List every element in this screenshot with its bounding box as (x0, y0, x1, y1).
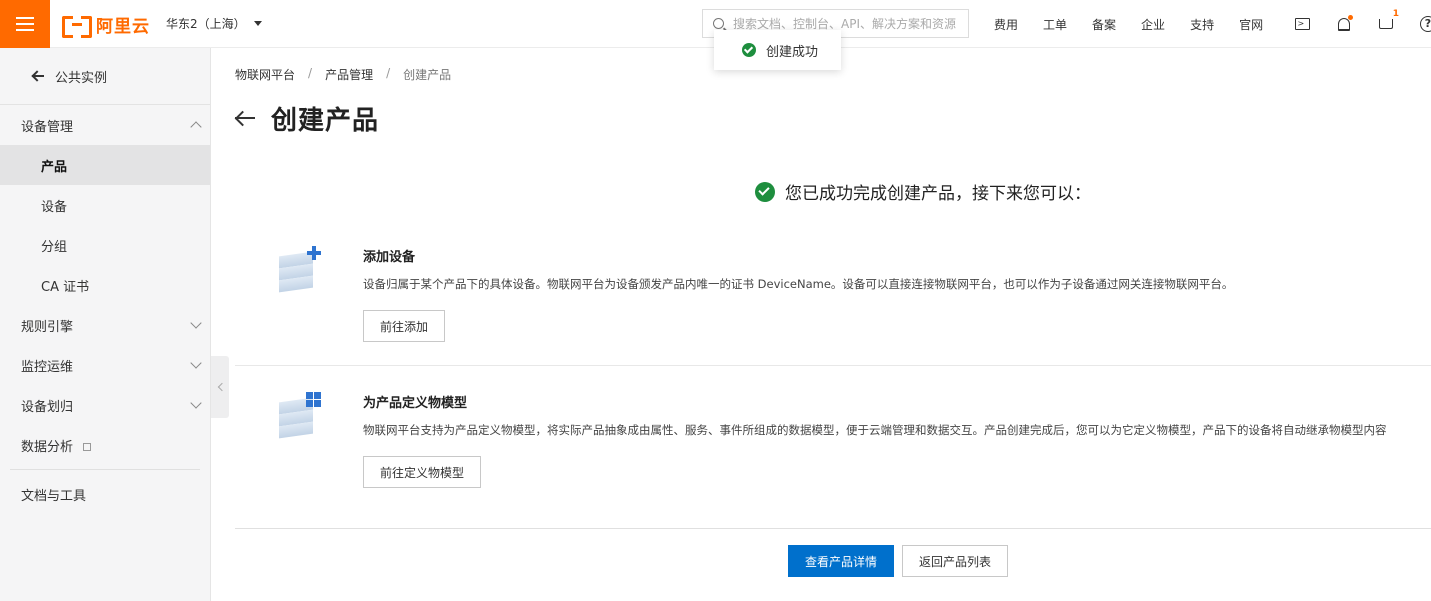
nav-fees[interactable]: 费用 (994, 16, 1018, 33)
top-nav: 费用 工单 备案 企业 支持 官网 (994, 0, 1288, 48)
logo-mark-icon (62, 14, 92, 38)
menu-button[interactable] (0, 0, 50, 48)
go-add-device-button[interactable]: 前往添加 (363, 310, 445, 342)
help-button[interactable]: ? (1419, 15, 1431, 33)
back-label: 公共实例 (55, 70, 108, 86)
back-to-instances[interactable]: 公共实例 (0, 48, 210, 105)
sidebar-group-rules-engine[interactable]: 规则引擎 (0, 305, 210, 345)
search-input[interactable] (733, 16, 965, 31)
notifications-button[interactable] (1335, 15, 1353, 33)
back-arrow-icon[interactable] (235, 110, 255, 126)
back-to-product-list-button[interactable]: 返回产品列表 (902, 545, 1008, 577)
chevron-down-icon (190, 356, 202, 369)
page-title-row: 创建产品 (235, 100, 379, 136)
breadcrumb-separator: / (308, 66, 313, 80)
toast-text: 创建成功 (766, 44, 819, 60)
breadcrumb-current: 创建产品 (403, 68, 452, 82)
logo-text: 阿里云 (96, 16, 150, 37)
main-content: 物联网平台 / 产品管理 / 创建产品 创建产品 您已成功完成创建产品，接下来您… (211, 48, 1431, 601)
group-label: 设备划归 (21, 399, 74, 415)
docs-tools-label: 文档与工具 (21, 488, 87, 504)
region-selector[interactable]: 华东2（上海） (166, 15, 262, 32)
sidebar-item-groups[interactable]: 分组 (0, 225, 210, 265)
breadcrumb: 物联网平台 / 产品管理 / 创建产品 (235, 66, 451, 83)
aliyun-logo[interactable]: 阿里云 (62, 12, 150, 38)
add-device-icon (277, 246, 321, 293)
sidebar-group-device-assignment[interactable]: 设备划归 (0, 385, 210, 425)
page-title: 创建产品 (271, 105, 380, 136)
sidebar-divider (10, 469, 200, 470)
group-label: 设备管理 (21, 119, 74, 135)
sidebar-item-data-analysis[interactable]: 数据分析 (0, 425, 210, 465)
external-link-icon (83, 442, 92, 451)
success-text: 您已成功完成创建产品，接下来您可以： (785, 184, 1091, 204)
sidebar-group-device-management[interactable]: 设备管理 (0, 105, 210, 145)
cart-icon (1379, 19, 1393, 29)
check-circle-icon (742, 43, 756, 57)
cart-badge: 1 (1392, 9, 1399, 19)
nav-tickets[interactable]: 工单 (1043, 16, 1067, 33)
step-description: 物联网平台支持为产品定义物模型，将实际产品抽象成由属性、服务、事件所组成的数据模… (363, 423, 1387, 437)
step-title: 添加设备 (363, 250, 416, 265)
help-icon: ? (1420, 16, 1431, 32)
sidebar-item-ca-cert[interactable]: CA 证书 (0, 265, 210, 305)
search-icon (713, 18, 724, 29)
cart-button[interactable]: 1 (1377, 9, 1399, 33)
chevron-down-icon (190, 316, 202, 329)
sidebar-item-devices[interactable]: 设备 (0, 185, 210, 225)
data-analysis-label: 数据分析 (21, 439, 74, 455)
group-label: 监控运维 (21, 359, 74, 375)
top-icons: > 1 ? (1293, 0, 1431, 48)
hamburger-icon (16, 17, 34, 31)
arrow-left-icon (32, 70, 44, 82)
step-define-thing-model: 为产品定义物模型 物联网平台支持为产品定义物模型，将实际产品抽象成由属性、服务、… (235, 384, 1431, 529)
breadcrumb-product-management[interactable]: 产品管理 (325, 66, 373, 83)
group-label: 规则引擎 (21, 319, 74, 335)
check-circle-icon (755, 181, 775, 202)
sidebar-item-products[interactable]: 产品 (0, 145, 210, 185)
step-title: 为产品定义物模型 (363, 396, 468, 411)
nav-enterprise[interactable]: 企业 (1141, 16, 1165, 33)
terminal-icon: > (1294, 18, 1310, 30)
cloud-shell-button[interactable]: > (1293, 15, 1311, 33)
step-add-device: 添加设备 设备归属于某个产品下的具体设备。物联网平台为设备颁发产品内唯一的证书 … (235, 238, 1431, 366)
breadcrumb-iot-platform[interactable]: 物联网平台 (235, 66, 295, 83)
success-message: 您已成功完成创建产品，接下来您可以： (745, 179, 1091, 204)
sidebar-item-docs-tools[interactable]: 文档与工具 (0, 474, 210, 514)
success-toast: 创建成功 (714, 30, 841, 70)
go-define-model-button[interactable]: 前往定义物模型 (363, 456, 481, 488)
chevron-down-icon (190, 396, 202, 409)
thing-model-icon (277, 392, 321, 439)
sidebar: 公共实例 设备管理 产品 设备 分组 CA 证书 规则引擎 监控运维 设备划归 … (0, 48, 211, 601)
footer-actions: 查看产品详情 返回产品列表 (788, 545, 1008, 577)
region-label: 华东2（上海） (166, 17, 246, 31)
notification-dot (1348, 15, 1353, 20)
data-analysis-label-wrap: 数据分析 (21, 436, 92, 455)
nav-support[interactable]: 支持 (1190, 16, 1214, 33)
nav-icp[interactable]: 备案 (1092, 16, 1116, 33)
chevron-up-icon (190, 121, 202, 133)
breadcrumb-separator: / (386, 66, 391, 80)
step-description: 设备归属于某个产品下的具体设备。物联网平台为设备颁发产品内唯一的证书 Devic… (363, 277, 1234, 291)
view-product-details-button[interactable]: 查看产品详情 (788, 545, 894, 577)
caret-down-icon (253, 21, 262, 26)
sidebar-group-monitoring[interactable]: 监控运维 (0, 345, 210, 385)
nav-official-site[interactable]: 官网 (1239, 16, 1263, 33)
